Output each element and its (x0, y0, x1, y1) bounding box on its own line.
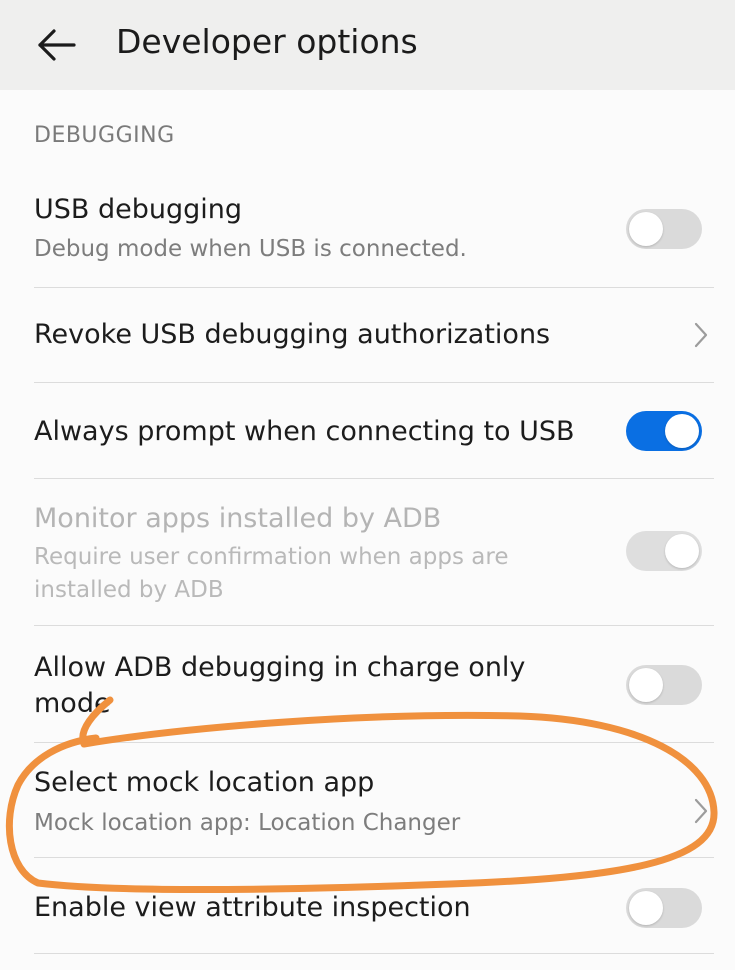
setting-title: Select mock location app (34, 767, 375, 798)
section-header-debugging: DEBUGGING (34, 123, 175, 148)
developer-options-screen: Developer options DEBUGGING USB debuggin… (0, 0, 735, 970)
toggle-knob (629, 212, 663, 246)
setting-always-prompt-usb[interactable]: Always prompt when connecting to USB (0, 383, 735, 478)
always-prompt-toggle[interactable] (626, 411, 702, 451)
toggle-knob (665, 534, 699, 568)
setting-subtitle: Mock location app: Location Changer (34, 810, 461, 836)
divider (34, 953, 714, 954)
view-attribute-toggle[interactable] (626, 888, 702, 928)
setting-view-attribute-inspection[interactable]: Enable view attribute inspection (0, 858, 735, 953)
usb-debugging-toggle[interactable] (626, 209, 702, 249)
setting-subtitle-line2: installed by ADB (34, 577, 224, 603)
page-title: Developer options (116, 22, 418, 61)
setting-monitor-apps-adb: Monitor apps installed by ADB Require us… (0, 479, 735, 625)
app-bar: Developer options (0, 0, 735, 90)
setting-title-line1: Allow ADB debugging in charge only (34, 652, 526, 683)
toggle-knob (629, 891, 663, 925)
chevron-right-icon (694, 322, 708, 348)
setting-title-line2: mode (34, 688, 111, 719)
adb-charge-only-toggle[interactable] (626, 665, 702, 705)
setting-usb-debugging[interactable]: USB debugging Debug mode when USB is con… (0, 188, 735, 288)
chevron-right-icon (694, 798, 708, 824)
setting-select-mock-location-app[interactable]: Select mock location app Mock location a… (0, 743, 735, 857)
toggle-knob (665, 414, 699, 448)
back-button[interactable] (30, 20, 86, 70)
setting-subtitle-line1: Require user confirmation when apps are (34, 544, 509, 570)
setting-title: Monitor apps installed by ADB (34, 503, 442, 534)
setting-revoke-usb-authorizations[interactable]: Revoke USB debugging authorizations (0, 288, 735, 383)
setting-title: USB debugging (34, 194, 243, 225)
setting-title: Enable view attribute inspection (34, 892, 471, 923)
monitor-apps-toggle (626, 531, 702, 571)
setting-subtitle: Debug mode when USB is connected. (34, 236, 467, 262)
arrow-left-icon (38, 29, 76, 61)
setting-title: Always prompt when connecting to USB (34, 416, 575, 447)
toggle-knob (629, 668, 663, 702)
setting-title: Revoke USB debugging authorizations (34, 319, 551, 350)
setting-adb-charge-only[interactable]: Allow ADB debugging in charge only mode (0, 626, 735, 742)
